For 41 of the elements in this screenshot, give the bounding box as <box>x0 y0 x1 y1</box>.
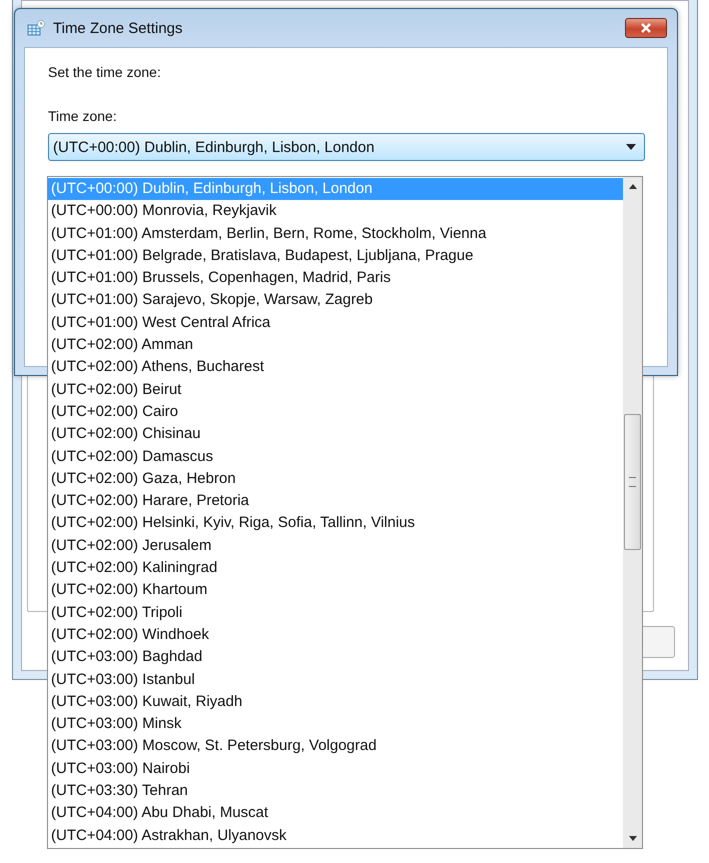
dropdown-option[interactable]: (UTC+01:00) Brussels, Copenhagen, Madrid, Paris <box>48 267 623 290</box>
dropdown-option[interactable]: (UTC+03:00) Baghdad <box>48 646 623 669</box>
dropdown-option[interactable]: (UTC+00:00) Monrovia, Reykjavik <box>48 200 623 223</box>
dropdown-option[interactable]: (UTC+01:00) Amsterdam, Berlin, Bern, Rome, Stockholm, Vienna <box>48 222 623 245</box>
calendar-clock-icon <box>27 20 45 36</box>
dropdown-option[interactable]: (UTC+01:00) West Central Africa <box>48 312 623 334</box>
dropdown-option[interactable]: (UTC+02:00) Damascus <box>48 446 623 468</box>
dropdown-option[interactable]: (UTC+01:00) Sarajevo, Skopje, Warsaw, Zagreb <box>48 289 623 312</box>
dropdown-option[interactable]: (UTC+04:00) Astrakhan, Ulyanovsk <box>48 824 623 847</box>
dropdown-option[interactable]: (UTC+02:00) Helsinki, Kyiv, Riga, Sofia, Tallinn, Vilnius <box>48 512 623 535</box>
dropdown-option[interactable]: (UTC+02:00) Jerusalem <box>48 534 623 558</box>
caret-icon <box>626 144 636 150</box>
scrollbar[interactable] <box>623 177 642 848</box>
dropdown-option[interactable]: (UTC+02:00) Athens, Bucharest <box>48 356 623 379</box>
window-title: Time Zone Settings <box>53 20 182 36</box>
dropdown-option[interactable]: (UTC+02:00) Kaliningrad <box>48 557 623 580</box>
close-icon <box>640 23 652 33</box>
dropdown-option[interactable]: (UTC+02:00) Gaza, Hebron <box>48 468 623 490</box>
dropdown-option[interactable]: (UTC+02:00) Chisinau <box>48 423 623 446</box>
dropdown-option[interactable]: (UTC+03:00) Nairobi <box>48 758 623 780</box>
dropdown-option[interactable]: (UTC+02:00) Amman <box>48 334 623 356</box>
dropdown-option[interactable]: (UTC+02:00) Tripoli <box>48 602 623 624</box>
dropdown-option[interactable]: (UTC+03:00) Kuwait, Riyadh <box>48 690 623 714</box>
dropdown-option[interactable]: (UTC+02:00) Harare, Pretoria <box>48 490 623 512</box>
scrollbar-thumb[interactable] <box>624 414 641 550</box>
dropdown-option[interactable]: (UTC+04:00) Abu Dhabi, Muscat <box>48 802 623 825</box>
dropdown-option[interactable]: (UTC+03:00) Minsk <box>48 713 623 736</box>
close-button[interactable] <box>625 18 667 38</box>
scroll-down-icon[interactable] <box>628 836 636 841</box>
dropdown-option[interactable]: (UTC+03:30) Tehran <box>48 780 623 802</box>
dropdown-option[interactable]: (UTC+03:00) Moscow, St. Petersburg, Volgograd <box>48 735 623 758</box>
dropdown-option[interactable]: (UTC+02:00) Khartoum <box>48 579 623 602</box>
dropdown-option[interactable]: (UTC+02:00) Cairo <box>48 400 623 424</box>
dropdown-option[interactable]: (UTC+02:00) Windhoek <box>48 624 623 646</box>
dropdown-option[interactable]: (UTC+03:00) Istanbul <box>48 668 623 691</box>
scroll-up-icon[interactable] <box>628 184 636 189</box>
prompt-text: Set the time zone: <box>48 64 162 80</box>
dropdown-option[interactable]: (UTC+02:00) Beirut <box>48 378 623 401</box>
dropdown-option[interactable]: (UTC+01:00) Belgrade, Bratislava, Budapest, Ljubljana, Prague <box>48 244 623 268</box>
field-label: Time zone: <box>48 108 118 124</box>
time-zone-dropdown[interactable]: (UTC+00:00) Dublin, Edinburgh, Lisbon, London <box>48 133 645 161</box>
